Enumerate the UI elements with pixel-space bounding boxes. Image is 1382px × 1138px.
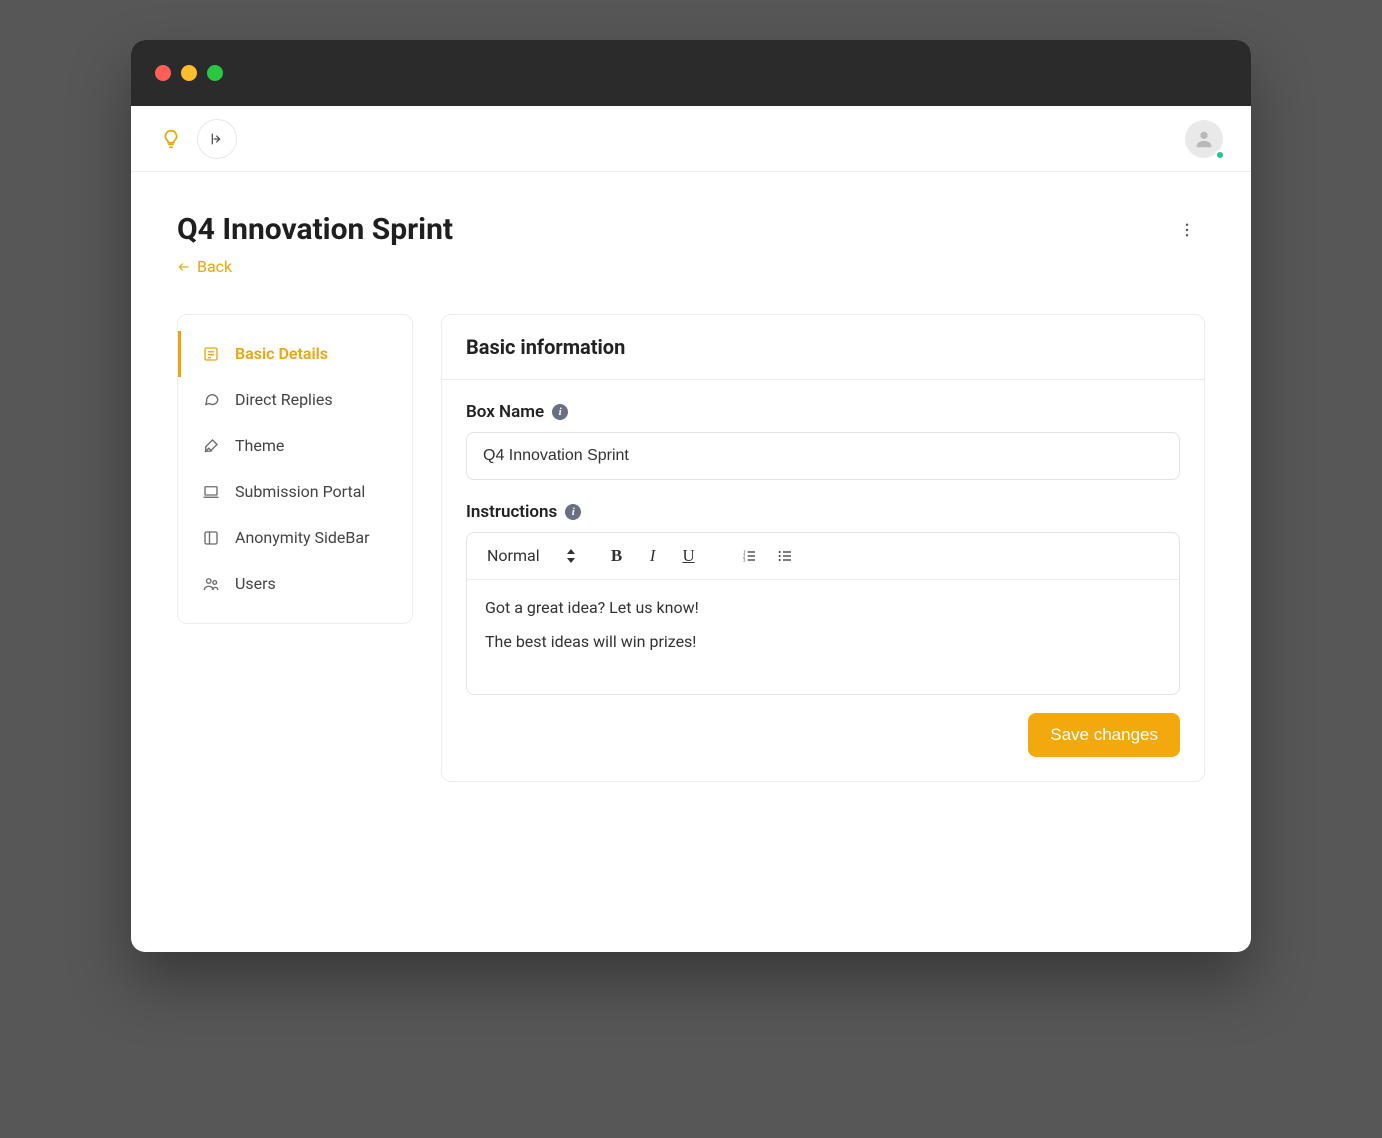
arrow-left-icon [177, 260, 191, 274]
sidebar-item-label: Basic Details [235, 344, 328, 363]
panel-icon [201, 528, 221, 548]
ordered-list-button[interactable]: 123 [734, 541, 764, 571]
app-window: Q4 Innovation Sprint Back [131, 40, 1251, 952]
basic-information-panel: Basic information Box Name i Instruction… [441, 314, 1205, 782]
users-icon [201, 574, 221, 594]
box-name-input[interactable] [466, 432, 1180, 480]
sidebar-item-theme[interactable]: Theme [178, 423, 412, 469]
window-close-icon[interactable] [155, 65, 171, 81]
sidebar-item-basic-details[interactable]: Basic Details [178, 331, 412, 377]
sidebar-item-label: Anonymity SideBar [235, 528, 370, 547]
document-icon [201, 344, 221, 364]
palette-icon [201, 436, 221, 456]
instructions-line: The best ideas will win prizes! [485, 630, 1161, 654]
instructions-line: Got a great idea? Let us know! [485, 596, 1161, 620]
sidebar-item-label: Users [235, 574, 276, 593]
sidebar-item-submission-portal[interactable]: Submission Portal [178, 469, 412, 515]
kebab-icon [1178, 221, 1196, 239]
back-label: Back [197, 257, 232, 276]
bold-button[interactable]: B [602, 541, 632, 571]
caret-sort-icon [566, 549, 576, 563]
window-maximize-icon[interactable] [207, 65, 223, 81]
user-icon [1193, 128, 1215, 150]
expand-sidebar-button[interactable] [197, 119, 237, 159]
unordered-list-icon [777, 548, 793, 564]
page-title: Q4 Innovation Sprint [177, 212, 453, 247]
info-icon[interactable]: i [565, 504, 581, 520]
unordered-list-button[interactable] [770, 541, 800, 571]
sidebar-item-label: Theme [235, 436, 284, 455]
info-icon[interactable]: i [552, 404, 568, 420]
format-selected-label: Normal [487, 546, 540, 565]
box-name-label: Box Name i [466, 402, 1180, 422]
brand-lightbulb-icon [159, 127, 183, 151]
app-bar [131, 106, 1251, 172]
save-changes-button[interactable]: Save changes [1028, 713, 1180, 757]
user-avatar[interactable] [1185, 120, 1223, 158]
instructions-textarea[interactable]: Got a great idea? Let us know! The best … [467, 580, 1179, 694]
more-menu-button[interactable] [1169, 212, 1205, 248]
window-minimize-icon[interactable] [181, 65, 197, 81]
back-link[interactable]: Back [177, 257, 232, 276]
sidebar-item-anonymity-sidebar[interactable]: Anonymity SideBar [178, 515, 412, 561]
svg-text:3: 3 [743, 558, 746, 563]
underline-button[interactable]: U [674, 541, 704, 571]
format-select[interactable]: Normal [481, 542, 582, 569]
window-titlebar [131, 40, 1251, 106]
expand-icon [209, 131, 225, 147]
italic-button[interactable]: I [638, 541, 668, 571]
laptop-icon [201, 482, 221, 502]
presence-indicator [1215, 150, 1225, 160]
panel-header: Basic information [442, 315, 1204, 380]
settings-sidebar: Basic Details Direct Replies Theme [177, 314, 413, 624]
sidebar-item-direct-replies[interactable]: Direct Replies [178, 377, 412, 423]
instructions-editor: Normal B I U [466, 532, 1180, 695]
sidebar-item-label: Direct Replies [235, 390, 333, 409]
editor-toolbar: Normal B I U [467, 533, 1179, 580]
instructions-label: Instructions i [466, 502, 1180, 522]
sidebar-item-label: Submission Portal [235, 482, 365, 501]
chat-icon [201, 390, 221, 410]
sidebar-item-users[interactable]: Users [178, 561, 412, 607]
ordered-list-icon: 123 [741, 548, 757, 564]
content-area: Q4 Innovation Sprint Back [131, 172, 1251, 952]
